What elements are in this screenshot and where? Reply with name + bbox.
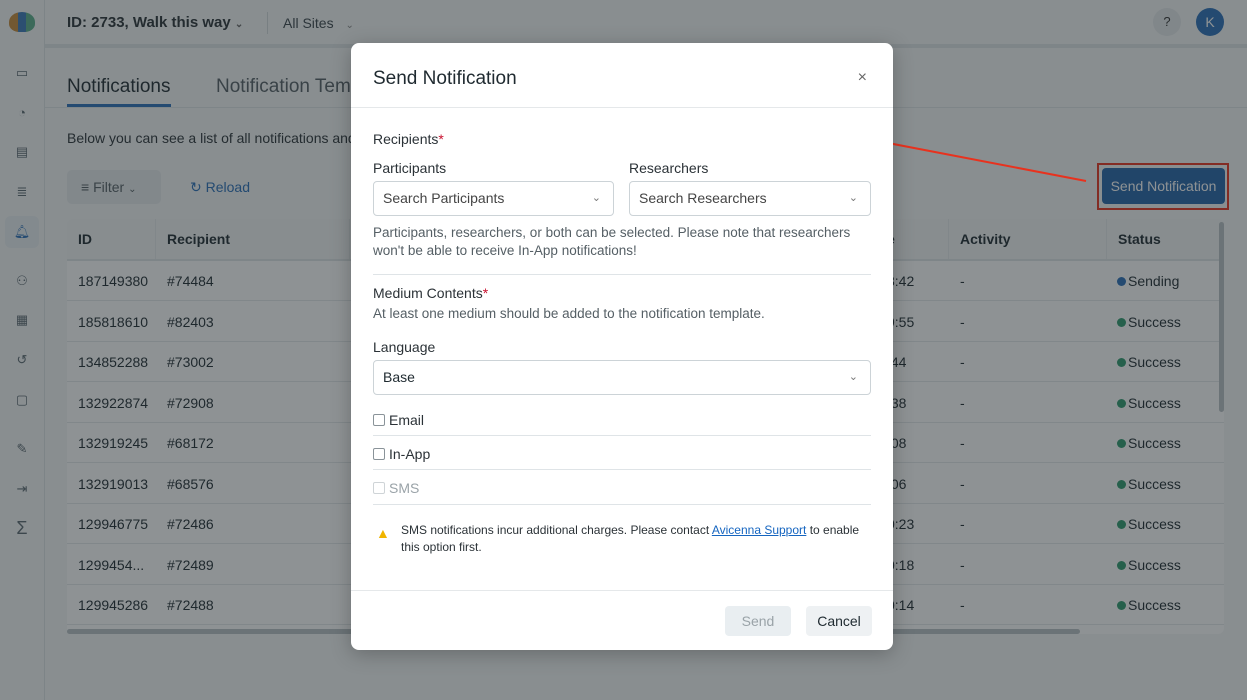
- email-checkbox[interactable]: Email: [373, 412, 424, 428]
- required-marker: *: [482, 285, 489, 301]
- researchers-label: Researchers: [629, 160, 709, 176]
- checkbox-icon: [373, 448, 385, 460]
- medium-contents-label: Medium Contents*: [373, 285, 489, 301]
- divider: [373, 435, 871, 436]
- send-button[interactable]: Send: [725, 606, 791, 636]
- sms-checkbox: SMS: [373, 480, 419, 496]
- checkbox-icon: [373, 414, 385, 426]
- chevron-down-icon: ⌄: [848, 192, 858, 204]
- dialog-title: Send Notification: [373, 68, 517, 89]
- participants-label: Participants: [373, 160, 447, 176]
- divider: [373, 504, 871, 505]
- checkbox-icon: [373, 482, 385, 494]
- divider: [351, 590, 893, 591]
- warning-icon: ▲: [376, 525, 390, 541]
- chevron-down-icon: ⌄: [591, 192, 601, 204]
- chevron-down-icon: ⌄: [848, 371, 858, 383]
- recipients-help-text: Participants, researchers, or both can b…: [373, 225, 851, 258]
- send-notification-dialog: Send Notification × Recipients* Particip…: [351, 43, 893, 650]
- language-select[interactable]: Base ⌄: [373, 360, 871, 395]
- recipients-label: Recipients*: [373, 131, 444, 147]
- medium-help-text: At least one medium should be added to t…: [373, 306, 765, 321]
- language-label: Language: [373, 339, 436, 355]
- participants-select[interactable]: Search Participants ⌄: [373, 181, 614, 216]
- required-marker: *: [438, 131, 444, 147]
- divider: [373, 274, 871, 275]
- divider: [373, 469, 871, 470]
- divider: [351, 107, 893, 108]
- inapp-checkbox[interactable]: In-App: [373, 446, 430, 462]
- cancel-button[interactable]: Cancel: [806, 606, 872, 636]
- close-icon[interactable]: ×: [858, 69, 867, 87]
- avicenna-support-link[interactable]: Avicenna Support: [712, 523, 807, 537]
- sms-warning: SMS notifications incur additional charg…: [401, 523, 860, 554]
- researchers-select[interactable]: Search Researchers ⌄: [629, 181, 871, 216]
